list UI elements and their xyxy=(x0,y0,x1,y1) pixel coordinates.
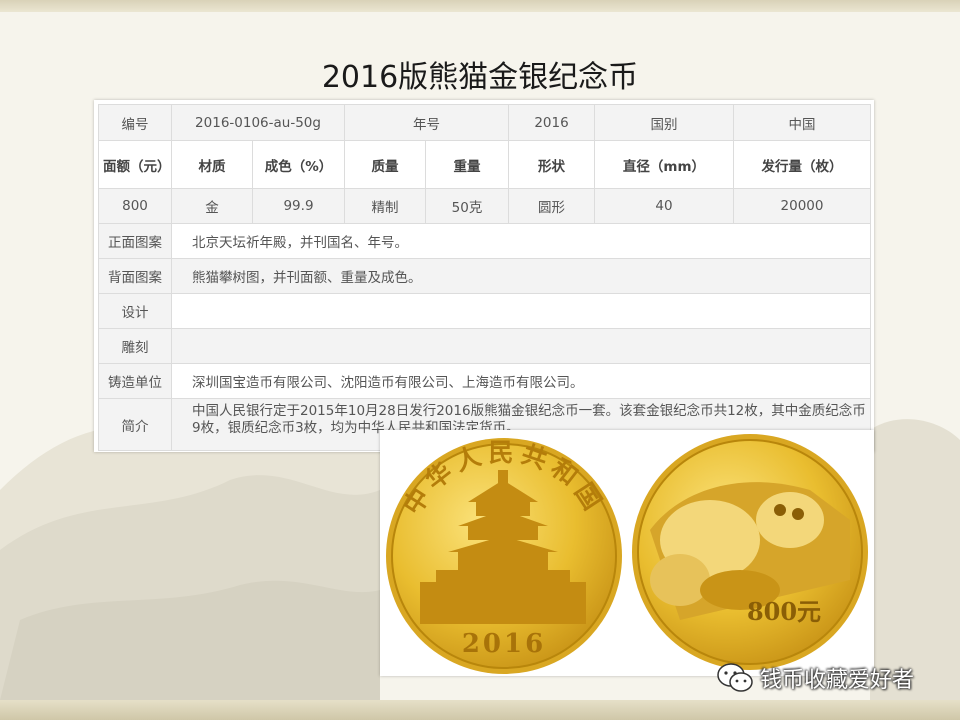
header-quality: 质量 xyxy=(344,140,426,189)
watermark: 钱币收藏爱好者 xyxy=(716,660,914,696)
intro-label: 简介 xyxy=(98,398,172,451)
engraver-value xyxy=(171,328,871,364)
header-denomination: 面额（元） xyxy=(98,140,172,189)
back-design-value: 熊猫攀树图，并刊面额、重量及成色。 xyxy=(171,258,871,294)
mint-label: 铸造单位 xyxy=(98,363,172,399)
bottom-decor-band xyxy=(0,700,960,720)
mint-value: 深圳国宝造币有限公司、沈阳造币有限公司、上海造币有限公司。 xyxy=(171,363,871,399)
table-row: 800 金 99.9 精制 50克 圆形 40 20000 xyxy=(98,188,871,224)
coin-photo: 中华人民共和国 2016 800元 xyxy=(386,434,868,674)
wechat-icon xyxy=(717,663,753,692)
designer-label: 设计 xyxy=(98,293,172,329)
value-denomination: 800 xyxy=(98,188,172,224)
coin-info-table: 编号 2016-0106-au-50g 年号 2016 国别 中国 面额（元） … xyxy=(98,104,871,451)
coin-info-table-card: 编号 2016-0106-au-50g 年号 2016 国别 中国 面额（元） … xyxy=(94,100,874,452)
country-value: 中国 xyxy=(733,104,871,141)
header-shape: 形状 xyxy=(508,140,595,189)
header-diameter: 直径（mm） xyxy=(594,140,734,189)
table-row: 背面图案 熊猫攀树图，并刊面额、重量及成色。 xyxy=(98,258,871,294)
header-mintage: 发行量（枚） xyxy=(733,140,871,189)
back-design-label: 背面图案 xyxy=(98,258,172,294)
obverse-year: 2016 xyxy=(462,629,546,659)
table-row: 编号 2016-0106-au-50g 年号 2016 国别 中国 xyxy=(98,104,871,141)
header-material: 材质 xyxy=(171,140,253,189)
table-row: 雕刻 xyxy=(98,328,871,364)
engraver-label: 雕刻 xyxy=(98,328,172,364)
year-label: 年号 xyxy=(344,104,509,141)
coin-reverse: 800元 xyxy=(632,434,868,670)
table-row: 铸造单位 深圳国宝造币有限公司、沈阳造币有限公司、上海造币有限公司。 xyxy=(98,363,871,399)
watermark-text: 钱币收藏爱好者 xyxy=(760,668,915,693)
coin-photo-panel: 中华人民共和国 2016 800元 xyxy=(380,430,874,676)
front-design-value: 北京天坛祈年殿，并刊国名、年号。 xyxy=(171,223,871,259)
country-label: 国别 xyxy=(594,104,734,141)
front-design-label: 正面图案 xyxy=(98,223,172,259)
value-mintage: 20000 xyxy=(733,188,871,224)
coin-obverse: 中华人民共和国 2016 xyxy=(386,438,622,674)
table-header-row: 面额（元） 材质 成色（%） 质量 重量 形状 直径（mm） 发行量（枚） xyxy=(98,140,871,189)
top-decor-band xyxy=(0,0,960,12)
value-diameter: 40 xyxy=(594,188,734,224)
value-shape: 圆形 xyxy=(508,188,595,224)
header-fineness: 成色（%） xyxy=(252,140,345,189)
reverse-denomination: 800元 xyxy=(747,597,821,626)
serial-value: 2016-0106-au-50g xyxy=(171,104,345,141)
header-weight: 重量 xyxy=(425,140,509,189)
table-row: 设计 xyxy=(98,293,871,329)
designer-value xyxy=(171,293,871,329)
value-weight: 50克 xyxy=(425,188,509,224)
value-material: 金 xyxy=(171,188,253,224)
serial-label: 编号 xyxy=(98,104,172,141)
page-title: 2016版熊猫金银纪念币 xyxy=(321,60,639,95)
table-row: 正面图案 北京天坛祈年殿，并刊国名、年号。 xyxy=(98,223,871,259)
value-quality: 精制 xyxy=(344,188,426,224)
year-value: 2016 xyxy=(508,104,595,141)
value-fineness: 99.9 xyxy=(252,188,345,224)
